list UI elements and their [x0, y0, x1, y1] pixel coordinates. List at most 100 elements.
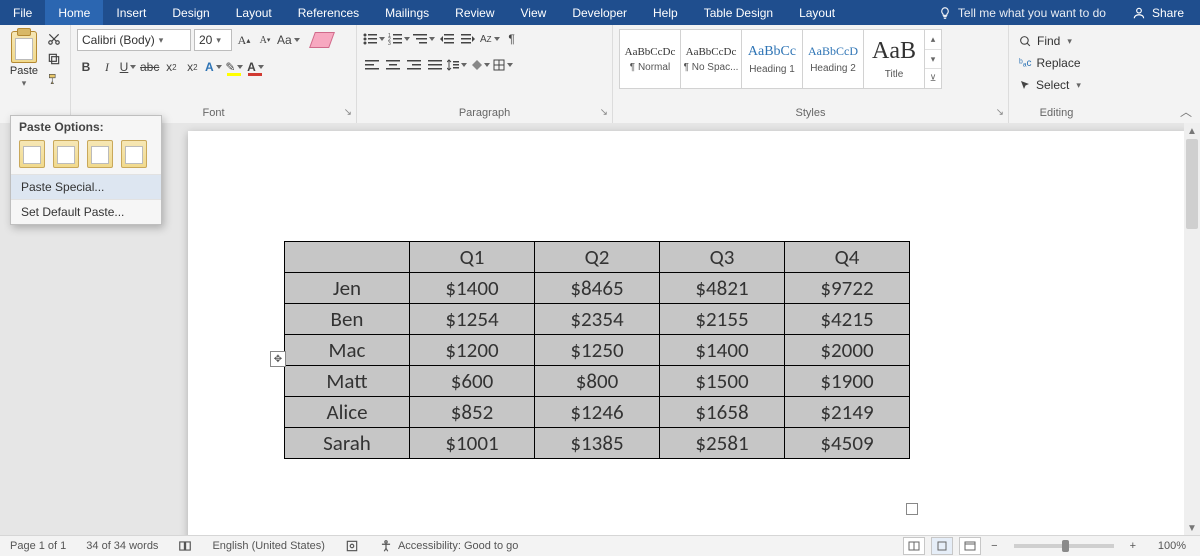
highlight-button[interactable]: ✎ [225, 57, 243, 77]
tab-design[interactable]: Design [159, 0, 222, 25]
borders-button[interactable] [493, 55, 513, 75]
style-heading-2[interactable]: AaBbCcDHeading 2 [802, 29, 864, 89]
table-row[interactable]: Mac$1200$1250$1400$2000 [285, 335, 910, 366]
tab-review[interactable]: Review [442, 0, 507, 25]
table-row[interactable]: Matt$600$800$1500$1900 [285, 366, 910, 397]
strikethrough-button[interactable]: abc [140, 57, 159, 77]
tell-me[interactable]: Tell me what you want to do [928, 0, 1116, 25]
paste-option-keep-source[interactable] [19, 140, 45, 168]
multilevel-list-button[interactable] [413, 29, 435, 49]
font-size-combo[interactable]: 20▾ [194, 29, 232, 51]
cell-value[interactable]: $8465 [535, 273, 660, 304]
tab-table-design[interactable]: Table Design [691, 0, 786, 25]
tab-references[interactable]: References [285, 0, 372, 25]
zoom-out-button[interactable]: − [987, 540, 1001, 552]
header-q4[interactable]: Q4 [785, 242, 910, 273]
macro-button[interactable] [335, 539, 369, 553]
cell-value[interactable]: $9722 [785, 273, 910, 304]
table-row[interactable]: Jen$1400$8465$4821$9722 [285, 273, 910, 304]
share-button[interactable]: Share [1116, 0, 1200, 25]
cell-value[interactable]: $1658 [660, 397, 785, 428]
subscript-button[interactable]: x2 [162, 57, 180, 77]
tab-mailings[interactable]: Mailings [372, 0, 442, 25]
numbering-button[interactable]: 123 [388, 29, 410, 49]
cell-value[interactable]: $4509 [785, 428, 910, 459]
style-title[interactable]: AaBTitle [863, 29, 925, 89]
page[interactable]: Q1Q2Q3Q4Jen$1400$8465$4821$9722Ben$1254$… [188, 131, 1188, 536]
paste-button[interactable]: Paste ▾ [6, 31, 42, 89]
decrease-indent-button[interactable] [438, 29, 456, 49]
language-indicator[interactable]: English (United States) [202, 540, 335, 552]
tab-help[interactable]: Help [640, 0, 691, 25]
format-painter-button[interactable] [46, 71, 62, 87]
zoom-level[interactable]: 100% [1146, 540, 1194, 552]
cell-value[interactable]: $1200 [410, 335, 535, 366]
cell-value[interactable]: $1001 [410, 428, 535, 459]
cell-value[interactable]: $1500 [660, 366, 785, 397]
sort-button[interactable]: AZ [480, 29, 500, 49]
font-color-button[interactable]: A [246, 57, 264, 77]
tab-view[interactable]: View [508, 0, 560, 25]
justify-button[interactable] [426, 55, 444, 75]
superscript-button[interactable]: x2 [183, 57, 201, 77]
vertical-scrollbar[interactable]: ▲ ▼ [1184, 123, 1200, 536]
cell-name[interactable]: Sarah [285, 428, 410, 459]
bullets-button[interactable] [363, 29, 385, 49]
cell-value[interactable]: $2581 [660, 428, 785, 459]
grow-font-button[interactable]: A▴ [235, 30, 253, 50]
shrink-font-button[interactable]: A▾ [256, 30, 274, 50]
table-resize-handle[interactable] [906, 503, 918, 515]
line-spacing-button[interactable] [447, 55, 467, 75]
dialog-launcher-icon[interactable]: ↘ [600, 107, 608, 118]
read-mode-button[interactable] [903, 537, 925, 555]
shading-button[interactable] [470, 55, 490, 75]
cell-value[interactable]: $1254 [410, 304, 535, 335]
header-q3[interactable]: Q3 [660, 242, 785, 273]
align-left-button[interactable] [363, 55, 381, 75]
table-row[interactable]: Sarah$1001$1385$2581$4509 [285, 428, 910, 459]
cell-name[interactable]: Jen [285, 273, 410, 304]
header-blank[interactable] [285, 242, 410, 273]
table-move-handle[interactable]: ✥ [270, 351, 286, 367]
spellcheck-button[interactable] [168, 539, 202, 553]
paste-special-item[interactable]: Paste Special... [11, 174, 161, 199]
cell-name[interactable]: Matt [285, 366, 410, 397]
style-heading-1[interactable]: AaBbCcHeading 1 [741, 29, 803, 89]
page-indicator[interactable]: Page 1 of 1 [0, 540, 76, 552]
cell-value[interactable]: $1385 [535, 428, 660, 459]
table-row[interactable]: Alice$852$1246$1658$2149 [285, 397, 910, 428]
scroll-down-button[interactable]: ▼ [1184, 520, 1200, 536]
cell-name[interactable]: Mac [285, 335, 410, 366]
cell-value[interactable]: $1400 [410, 273, 535, 304]
zoom-slider[interactable] [1014, 544, 1114, 548]
style--no-spac-[interactable]: AaBbCcDc¶ No Spac... [680, 29, 742, 89]
tab-layout[interactable]: Layout [223, 0, 285, 25]
scroll-up-button[interactable]: ▲ [1184, 123, 1200, 139]
paste-option-merge[interactable] [53, 140, 79, 168]
table-row[interactable]: Ben$1254$2354$2155$4215 [285, 304, 910, 335]
tab-file[interactable]: File [0, 0, 45, 25]
data-table[interactable]: Q1Q2Q3Q4Jen$1400$8465$4821$9722Ben$1254$… [284, 241, 910, 459]
cell-value[interactable]: $2354 [535, 304, 660, 335]
accessibility-indicator[interactable]: Accessibility: Good to go [369, 539, 528, 553]
dialog-launcher-icon[interactable]: ↘ [344, 107, 352, 118]
tab-insert[interactable]: Insert [103, 0, 159, 25]
set-default-paste-item[interactable]: Set Default Paste... [11, 199, 161, 224]
print-layout-button[interactable] [931, 537, 953, 555]
header-q2[interactable]: Q2 [535, 242, 660, 273]
cell-value[interactable]: $1900 [785, 366, 910, 397]
gallery-up[interactable]: ▴ [925, 30, 941, 50]
cell-name[interactable]: Alice [285, 397, 410, 428]
scroll-thumb[interactable] [1186, 139, 1198, 229]
underline-button[interactable]: U [119, 57, 137, 77]
clear-formatting-button[interactable] [312, 30, 332, 50]
bold-button[interactable]: B [77, 57, 95, 77]
change-case-button[interactable]: Aa [277, 30, 300, 50]
cell-value[interactable]: $2149 [785, 397, 910, 428]
style--normal[interactable]: AaBbCcDc¶ Normal [619, 29, 681, 89]
cell-value[interactable]: $1250 [535, 335, 660, 366]
cell-value[interactable]: $852 [410, 397, 535, 428]
gallery-down[interactable]: ▾ [925, 50, 941, 70]
italic-button[interactable]: I [98, 57, 116, 77]
text-effects-button[interactable]: A [204, 57, 222, 77]
